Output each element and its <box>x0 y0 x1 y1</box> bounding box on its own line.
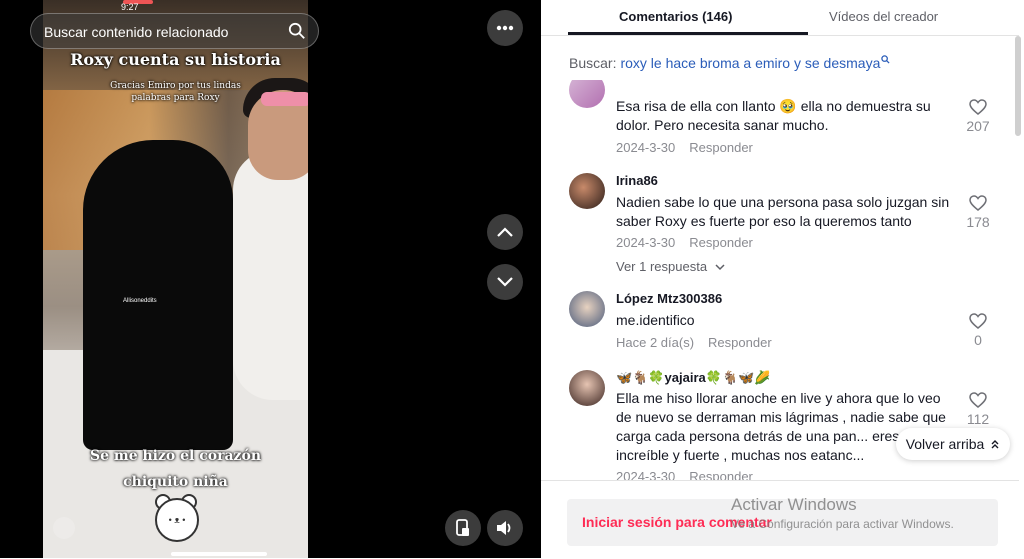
related-search-label: Buscar contenido relacionado <box>44 24 229 40</box>
volume-button[interactable] <box>487 510 523 546</box>
comment-text: Esa risa de ella con llanto 🥹 ella no de… <box>616 98 931 133</box>
tab-bar: Comentarios (146) Vídeos del creador <box>541 0 1019 36</box>
like-button[interactable]: 112 <box>965 392 991 427</box>
comment-list: Esa risa de ella con llanto 🥹 ella no de… <box>541 80 1019 480</box>
like-button[interactable]: 178 <box>965 195 991 230</box>
picture-in-picture-icon <box>456 519 469 536</box>
reply-button[interactable]: Responder <box>708 335 772 350</box>
back-to-top-button[interactable]: Volver arriba <box>896 428 1010 460</box>
comment-meta: Hace 2 día(s) Responder <box>616 335 772 350</box>
caption-subtitle: Gracias Emiro por tus lindas palabras pa… <box>110 81 241 103</box>
like-count: 112 <box>966 411 990 427</box>
video-person-left <box>83 140 233 450</box>
chevron-up-icon <box>497 227 513 237</box>
caption-toggle-icon[interactable] <box>53 517 75 539</box>
windows-activation-title: Activar Windows <box>731 495 857 514</box>
windows-activation-subtitle: Ve a Configuración para activar Windows. <box>731 517 954 531</box>
video-panel: 9:27 Roxy cuenta su historia Gracias Emi… <box>0 0 541 558</box>
bear-sticker-icon: • ᴥ • <box>155 498 199 542</box>
like-button[interactable]: 0 <box>965 313 991 348</box>
avatar[interactable] <box>569 370 605 406</box>
search-icon <box>881 55 890 64</box>
heart-icon <box>969 99 987 115</box>
more-icon <box>496 25 514 31</box>
tab-creator-videos[interactable]: Vídeos del creador <box>829 9 938 24</box>
related-search-bar[interactable]: Buscar contenido relacionado <box>30 13 319 49</box>
caption-bottom: Se me hizo el corazón chiquito niña <box>89 448 262 490</box>
comment-date: 2024-3-30 <box>616 469 676 480</box>
home-indicator <box>171 552 267 556</box>
avatar[interactable] <box>569 291 605 327</box>
search-query-link[interactable]: roxy le hace broma a emiro y se desmaya <box>620 55 880 71</box>
like-count: 0 <box>974 332 982 348</box>
comment-meta: 2024-3-30 Responder <box>616 140 753 155</box>
volume-icon <box>497 521 511 535</box>
search-suggestion[interactable]: Buscar: roxy le hace broma a emiro y se d… <box>569 55 890 71</box>
video-watermark: Allisoneddits <box>123 298 157 304</box>
view-replies-button[interactable]: Ver 1 respuesta <box>616 259 725 274</box>
comment-author[interactable]: 🦋🐐🍀yajaira🍀🐐🦋🌽 <box>616 370 771 386</box>
comment-date: Hace 2 día(s) <box>616 335 695 350</box>
video-player[interactable]: 9:27 Roxy cuenta su historia Gracias Emi… <box>43 0 308 558</box>
comment-meta: 2024-3-30 Responder <box>616 235 753 250</box>
video-headband <box>261 92 308 106</box>
like-count: 207 <box>966 118 990 134</box>
next-video-button[interactable] <box>487 264 523 300</box>
reply-button[interactable]: Responder <box>689 469 753 480</box>
comment-date: 2024-3-30 <box>616 235 676 250</box>
like-button[interactable]: 207 <box>965 99 991 134</box>
avatar[interactable] <box>569 173 605 209</box>
comment-author[interactable]: Irina86 <box>616 173 658 188</box>
caption-title: Roxy cuenta su historia <box>70 50 281 69</box>
comment-text: Nadien sabe lo que una persona pasa solo… <box>616 194 950 229</box>
reply-button[interactable]: Responder <box>689 140 753 155</box>
search-icon[interactable] <box>288 22 306 40</box>
comments-panel: Comentarios (146) Vídeos del creador Bus… <box>541 0 1024 559</box>
heart-icon <box>969 195 987 211</box>
back-to-top-label: Volver arriba <box>905 436 985 452</box>
view-replies-label: Ver 1 respuesta <box>616 259 708 274</box>
comment-date: 2024-3-30 <box>616 140 676 155</box>
video-person-right <box>233 150 308 400</box>
comment-author[interactable]: López Mtz300386 <box>616 291 722 306</box>
search-prefix: Buscar: <box>569 55 617 71</box>
comment-meta: 2024-3-30 Responder <box>616 469 753 480</box>
chevron-down-icon <box>715 264 725 271</box>
comment-text: me.identifico <box>616 312 695 328</box>
floating-player-button[interactable] <box>445 510 481 546</box>
more-options-button[interactable] <box>487 10 523 46</box>
like-count: 178 <box>966 214 990 230</box>
chevron-down-icon <box>497 277 513 287</box>
active-tab-indicator <box>568 32 808 35</box>
avatar[interactable] <box>569 80 605 108</box>
heart-icon <box>969 392 987 408</box>
tab-comments[interactable]: Comentarios (146) <box>619 9 732 24</box>
heart-icon <box>969 313 987 329</box>
previous-video-button[interactable] <box>487 214 523 250</box>
status-time: 9:27 <box>121 2 139 12</box>
double-chevron-up-icon <box>991 440 999 449</box>
reply-button[interactable]: Responder <box>689 235 753 250</box>
